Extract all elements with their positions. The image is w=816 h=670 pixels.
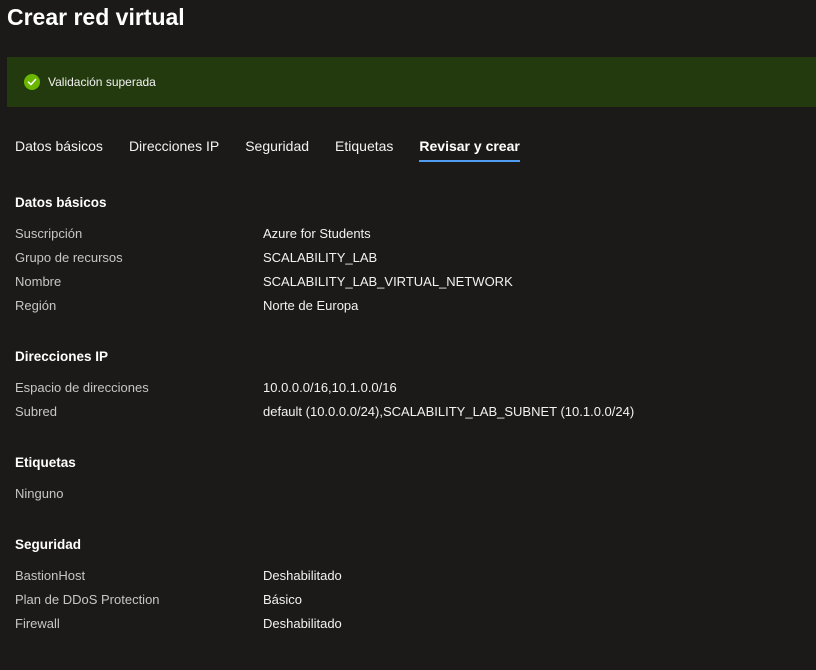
- label-firewall: Firewall: [15, 616, 60, 631]
- section-heading-security: Seguridad: [15, 537, 82, 552]
- value-suscripcion: Azure for Students: [263, 226, 371, 241]
- tab-datos-basicos[interactable]: Datos básicos: [15, 136, 103, 164]
- tab-etiquetas[interactable]: Etiquetas: [335, 136, 393, 164]
- value-region: Norte de Europa: [263, 298, 359, 313]
- label-bastionhost: BastionHost: [15, 568, 86, 583]
- label-region: Región: [15, 298, 57, 313]
- label-ninguno: Ninguno: [15, 486, 64, 501]
- label-subred: Subred: [15, 404, 57, 419]
- tab-bar: Datos básicos Direcciones IP Seguridad E…: [15, 136, 546, 164]
- value-subred: default (10.0.0.0/24),SCALABILITY_LAB_SU…: [263, 404, 635, 419]
- section-heading-ip: Direcciones IP: [15, 349, 109, 364]
- label-grupo-de-recursos: Grupo de recursos: [15, 250, 123, 265]
- value-espacio-de-direcciones: 10.0.0.0/16,10.1.0.0/16: [263, 380, 397, 395]
- page-title: Crear red virtual: [7, 4, 185, 30]
- check-circle-icon: [24, 74, 40, 90]
- section-heading-basics: Datos básicos: [15, 195, 107, 210]
- value-ddos-protection: Básico: [263, 592, 303, 607]
- value-firewall: Deshabilitado: [263, 616, 342, 631]
- validation-text: Validación superada: [48, 75, 156, 89]
- tab-revisar-y-crear[interactable]: Revisar y crear: [419, 136, 521, 164]
- tab-seguridad[interactable]: Seguridad: [245, 136, 309, 164]
- value-nombre: SCALABILITY_LAB_VIRTUAL_NETWORK: [263, 274, 513, 289]
- label-espacio-de-direcciones: Espacio de direcciones: [15, 380, 149, 395]
- value-bastionhost: Deshabilitado: [263, 568, 342, 583]
- label-ddos-protection: Plan de DDoS Protection: [15, 592, 160, 607]
- section-heading-tags: Etiquetas: [15, 455, 76, 470]
- validation-banner: Validación superada: [7, 57, 816, 107]
- label-nombre: Nombre: [15, 274, 62, 289]
- label-suscripcion: Suscripción: [15, 226, 83, 241]
- value-grupo-de-recursos: SCALABILITY_LAB: [263, 250, 378, 265]
- tab-direcciones-ip[interactable]: Direcciones IP: [129, 136, 219, 164]
